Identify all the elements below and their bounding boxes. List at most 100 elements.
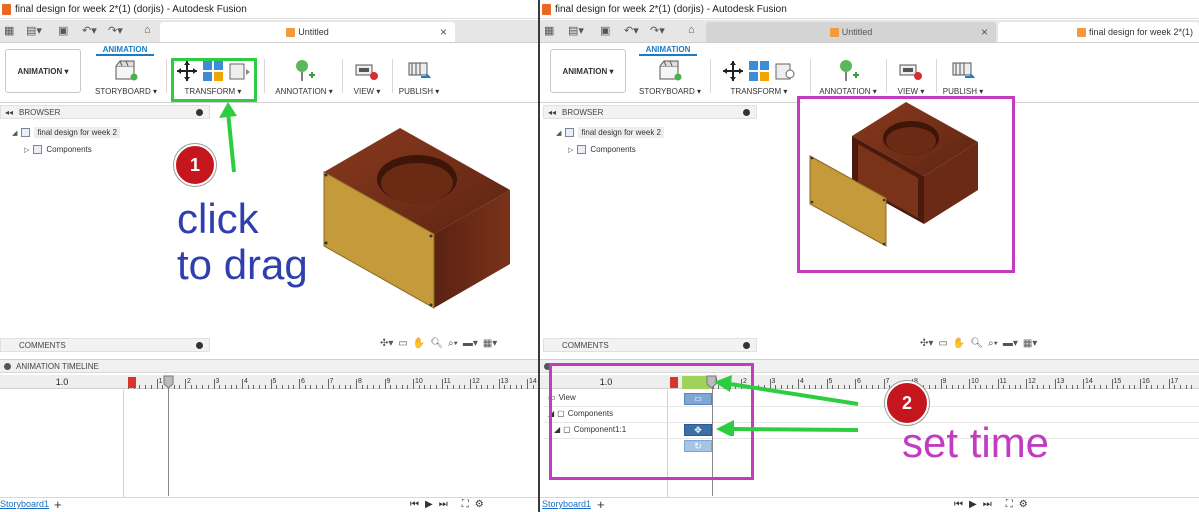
fullscreen-icon[interactable]: ⛶ <box>1006 499 1013 510</box>
save-icon[interactable]: ▣ <box>58 24 68 37</box>
orbit-icon[interactable]: ✣▾ <box>380 338 393 349</box>
ruler-tick <box>1105 385 1107 389</box>
transform-group[interactable]: TRANSFORM ▾ <box>716 57 802 99</box>
playhead-handle[interactable] <box>163 375 174 389</box>
settings-gear-icon[interactable]: ⚙ <box>1019 499 1028 510</box>
ribbon: ANIMATION ▾ ANIMATION STORYBOARD ▾ TRANS… <box>540 43 1199 103</box>
app-grid-icon[interactable]: ▦ <box>4 24 14 37</box>
undo-icon[interactable]: ↶▾ <box>624 24 639 37</box>
zoom-icon[interactable]: 🔍︎ <box>970 338 983 349</box>
fit-icon[interactable]: ⌕▾ <box>988 338 998 349</box>
pan-icon[interactable]: ✋ <box>413 338 425 349</box>
go-to-start-icon[interactable]: ⏮ <box>954 499 963 510</box>
playback-speed[interactable]: 1.0 <box>0 375 124 389</box>
workspace-switcher[interactable]: ANIMATION ▾ <box>5 49 81 93</box>
transform-components-icon[interactable] <box>722 60 744 82</box>
home-icon[interactable]: ⌂ <box>144 24 151 36</box>
grid-settings-icon[interactable]: ▦▾ <box>483 338 497 349</box>
go-to-start-icon[interactable]: ⏮ <box>410 499 419 510</box>
ruler-tick <box>350 385 352 389</box>
ruler-tick-label: 15 <box>1113 378 1122 385</box>
play-icon[interactable]: ▶ <box>969 499 977 510</box>
collapse-timeline-icon[interactable] <box>4 362 11 370</box>
timeline-header[interactable]: ANIMATION TIMELINE <box>0 359 538 373</box>
comments-header[interactable]: COMMENTS <box>543 338 757 352</box>
undo-icon[interactable]: ↶▾ <box>82 24 97 37</box>
save-icon[interactable]: ▣ <box>600 24 610 37</box>
record-marker[interactable] <box>128 377 136 388</box>
ruler-tick <box>373 385 375 389</box>
comments-options-icon[interactable] <box>196 342 203 349</box>
add-storyboard-icon[interactable]: + <box>597 497 605 512</box>
expand-triangle-icon[interactable]: ◢ <box>556 129 561 137</box>
look-at-icon[interactable]: ▭ <box>938 338 947 349</box>
grid-settings-icon[interactable]: ▦▾ <box>1023 338 1037 349</box>
close-tab-icon[interactable]: × <box>981 25 988 39</box>
display-settings-icon[interactable]: ▬▾ <box>463 338 478 349</box>
play-icon[interactable]: ▶ <box>425 499 433 510</box>
collapse-browser-icon[interactable]: ◂◂ <box>548 108 556 117</box>
storyboard-tab[interactable]: Storyboard1 <box>0 499 49 509</box>
storyboard-group[interactable]: STORYBOARD ▾ <box>636 57 704 99</box>
storyboard-tab[interactable]: Storyboard1 <box>542 499 591 509</box>
tree-components[interactable]: ▷ Components <box>24 145 92 154</box>
tree-root[interactable]: ◢ final design for week 2 <box>12 127 120 138</box>
workspace-switcher[interactable]: ANIMATION ▾ <box>550 49 626 93</box>
document-tab[interactable]: Untitled × <box>160 22 455 42</box>
redo-icon[interactable]: ↷▾ <box>650 24 665 37</box>
view-group[interactable]: VIEW ▾ <box>892 57 930 99</box>
ruler-tick-label: 7 <box>329 378 334 385</box>
ruler-tick <box>179 385 181 389</box>
file-menu-icon[interactable]: ▤▾ <box>26 24 42 37</box>
time-ruler-ticks[interactable]: 01234567891011121314 <box>126 375 538 389</box>
display-settings-icon[interactable]: ▬▾ <box>1003 338 1018 349</box>
browser-options-icon[interactable] <box>196 109 203 116</box>
browser-header[interactable]: ◂◂ BROWSER <box>0 105 210 119</box>
annotation-group[interactable]: ANNOTATION ▾ <box>272 57 336 99</box>
collapse-browser-icon[interactable]: ◂◂ <box>5 108 13 117</box>
expand-triangle-icon[interactable]: ◢ <box>12 129 17 137</box>
close-tab-icon[interactable]: × <box>440 25 447 39</box>
tree-root[interactable]: ◢ final design for week 2 <box>556 127 664 138</box>
expand-triangle-icon[interactable]: ▷ <box>24 146 29 154</box>
comments-header[interactable]: COMMENTS <box>0 338 210 352</box>
document-tab-active[interactable]: final design for week 2*(1) <box>998 22 1199 42</box>
document-tab-untitled[interactable]: Untitled × <box>706 22 996 42</box>
ruler-tick <box>1128 385 1130 389</box>
ruler-tick <box>951 385 953 389</box>
browser-options-icon[interactable] <box>743 109 750 116</box>
ruler-tick <box>321 385 323 389</box>
comments-options-icon[interactable] <box>743 342 750 349</box>
fit-icon[interactable]: ⌕▾ <box>448 338 458 349</box>
zoom-icon[interactable]: 🔍︎ <box>430 338 443 349</box>
storyboard-group[interactable]: STORYBOARD ▾ <box>92 57 160 99</box>
timeline-ruler[interactable]: 1.0 01234567891011121314 <box>0 375 538 389</box>
settings-gear-icon[interactable]: ⚙ <box>475 499 484 510</box>
publish-group[interactable]: PUBLISH ▾ <box>940 57 986 99</box>
title-bar: final design for week 2*(1) (dorjis) - A… <box>540 0 1199 19</box>
publish-group[interactable]: PUBLISH ▾ <box>396 57 442 99</box>
go-to-end-icon[interactable]: ⏭ <box>983 499 992 510</box>
look-at-icon[interactable]: ▭ <box>398 338 407 349</box>
tab-animation[interactable]: ANIMATION <box>96 43 154 56</box>
add-storyboard-icon[interactable]: + <box>54 497 62 512</box>
tree-components[interactable]: ▷ Components <box>568 145 636 154</box>
browser-header[interactable]: ◂◂ BROWSER <box>543 105 757 119</box>
viewport-model[interactable] <box>300 118 530 318</box>
tab-animation[interactable]: ANIMATION <box>639 43 697 56</box>
go-to-end-icon[interactable]: ⏭ <box>439 499 448 510</box>
app-grid-icon[interactable]: ▦ <box>544 24 554 37</box>
restore-home-icon[interactable] <box>748 60 770 82</box>
fullscreen-icon[interactable]: ⛶ <box>462 499 469 510</box>
annotation-group[interactable]: ANNOTATION ▾ <box>816 57 880 99</box>
ruler-tick <box>202 385 204 389</box>
pan-icon[interactable]: ✋ <box>953 338 965 349</box>
explode-icon[interactable] <box>774 60 796 82</box>
expand-triangle-icon[interactable]: ▷ <box>568 146 573 154</box>
view-group[interactable]: VIEW ▾ <box>348 57 386 99</box>
redo-icon[interactable]: ↷▾ <box>108 24 123 37</box>
home-icon[interactable]: ⌂ <box>688 24 695 36</box>
orbit-icon[interactable]: ✣▾ <box>920 338 933 349</box>
file-menu-icon[interactable]: ▤▾ <box>568 24 584 37</box>
annotation-icon <box>840 60 859 81</box>
